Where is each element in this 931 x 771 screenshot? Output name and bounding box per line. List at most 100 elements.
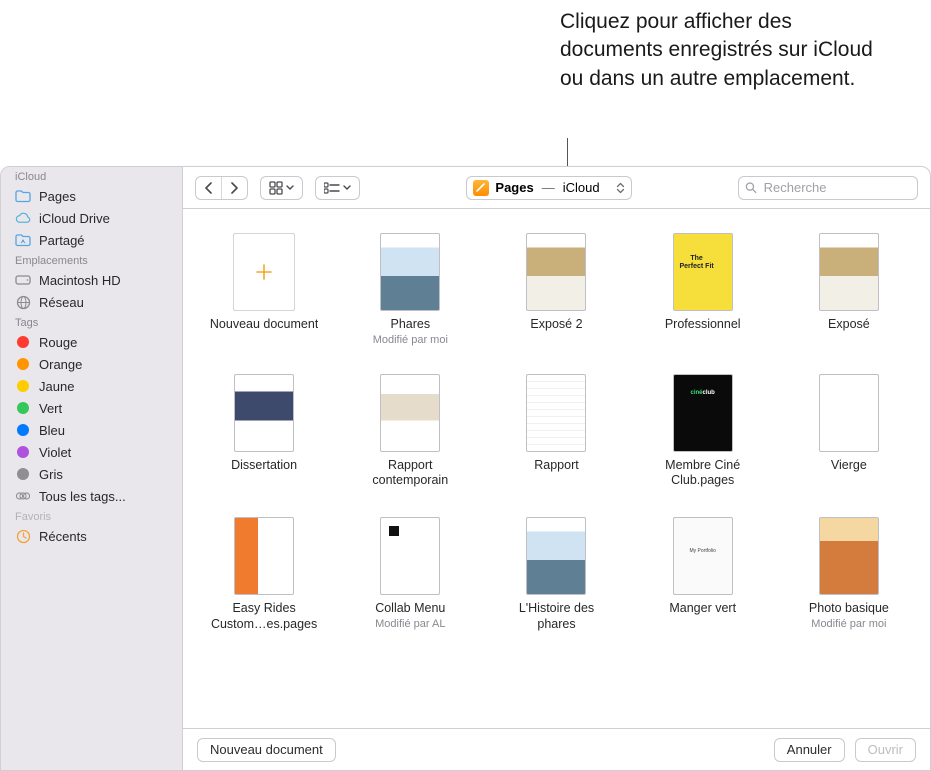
- chevron-down-icon: [343, 184, 351, 192]
- file-thumb: [819, 517, 879, 595]
- sidebar-heading: Tags: [1, 313, 182, 331]
- group-mode-button[interactable]: [315, 176, 360, 200]
- file-thumb: My Portfolio: [673, 517, 733, 595]
- new-document-button[interactable]: Nouveau document: [197, 738, 336, 762]
- sidebar-item[interactable]: Récents: [1, 525, 182, 547]
- search-field[interactable]: [738, 176, 918, 200]
- sidebar-item-label: Jaune: [39, 379, 74, 394]
- sidebar-item[interactable]: Partagé: [1, 229, 182, 251]
- sidebar-item[interactable]: Tous les tags...: [1, 485, 182, 507]
- file-item[interactable]: PharesModifié par moi: [353, 233, 467, 346]
- tag-dot: [15, 466, 31, 482]
- file-name: Easy Rides Custom…es.pages: [207, 601, 321, 632]
- file-meta: Modifié par moi: [373, 334, 448, 346]
- open-dialog-window: iCloudPagesiCloud DrivePartagéEmplacemen…: [0, 166, 931, 771]
- file-thumb: [234, 517, 294, 595]
- sidebar-item-label: Partagé: [39, 233, 85, 248]
- new-document-thumb[interactable]: [233, 233, 295, 311]
- nav-forward-button[interactable]: [222, 177, 247, 199]
- globe-icon: [15, 294, 31, 310]
- sidebar-item-label: Gris: [39, 467, 63, 482]
- sidebar: iCloudPagesiCloud DrivePartagéEmplacemen…: [1, 167, 183, 770]
- sidebar-item[interactable]: Vert: [1, 397, 182, 419]
- shared-folder-icon: [15, 232, 31, 248]
- hdd-icon: [15, 272, 31, 288]
- clock-icon: [15, 528, 31, 544]
- tag-all: [15, 488, 31, 504]
- search-input[interactable]: [762, 179, 911, 196]
- sidebar-heading: iCloud: [1, 167, 182, 185]
- sidebar-item[interactable]: Gris: [1, 463, 182, 485]
- chevron-left-icon: [204, 182, 213, 194]
- sidebar-item-label: Pages: [39, 189, 76, 204]
- file-item[interactable]: L'Histoire des phares: [499, 517, 613, 632]
- sidebar-item-label: Rouge: [39, 335, 77, 350]
- file-thumb: cinéclub: [673, 374, 733, 452]
- nav-back-button[interactable]: [196, 177, 222, 199]
- file-item[interactable]: ThePerfect Fit Professionnel: [646, 233, 760, 346]
- sidebar-item-label: Macintosh HD: [39, 273, 121, 288]
- file-name: Membre Ciné Club.pages: [646, 458, 760, 489]
- file-thumb: [380, 233, 440, 311]
- file-item[interactable]: Photo basiqueModifié par moi: [792, 517, 906, 632]
- file-meta: Modifié par moi: [811, 618, 886, 630]
- tag-dot: [15, 334, 31, 350]
- sidebar-item[interactable]: Macintosh HD: [1, 269, 182, 291]
- sidebar-item[interactable]: Bleu: [1, 419, 182, 441]
- file-name: L'Histoire des phares: [499, 601, 613, 632]
- file-item[interactable]: Easy Rides Custom…es.pages: [207, 517, 321, 632]
- file-name: Rapport: [534, 458, 578, 474]
- file-thumb: ThePerfect Fit: [673, 233, 733, 311]
- sidebar-heading: Favoris: [1, 507, 182, 525]
- file-item[interactable]: Exposé: [792, 233, 906, 346]
- cancel-button[interactable]: Annuler: [774, 738, 845, 762]
- search-icon: [745, 181, 757, 194]
- sidebar-item[interactable]: Réseau: [1, 291, 182, 313]
- sidebar-item-label: Orange: [39, 357, 82, 372]
- file-name: Manger vert: [669, 601, 736, 617]
- file-item[interactable]: Collab MenuModifié par AL: [353, 517, 467, 632]
- sidebar-item-label: Bleu: [39, 423, 65, 438]
- sidebar-item[interactable]: Orange: [1, 353, 182, 375]
- sidebar-item[interactable]: Pages: [1, 185, 182, 207]
- group-icon: [324, 182, 340, 194]
- sidebar-item[interactable]: Jaune: [1, 375, 182, 397]
- file-name: Phares: [390, 317, 430, 333]
- open-button[interactable]: Ouvrir: [855, 738, 916, 762]
- file-item[interactable]: Nouveau document: [207, 233, 321, 346]
- file-item[interactable]: cinéclub Membre Ciné Club.pages: [646, 374, 760, 489]
- file-thumb: [526, 374, 586, 452]
- file-thumb: [819, 374, 879, 452]
- file-item[interactable]: Vierge: [792, 374, 906, 489]
- file-name: Vierge: [831, 458, 867, 474]
- location-popup[interactable]: Pages — iCloud: [466, 176, 631, 200]
- file-thumb: [526, 233, 586, 311]
- file-name: Dissertation: [231, 458, 297, 474]
- file-item[interactable]: Rapport contemporain: [353, 374, 467, 489]
- file-name: Professionnel: [665, 317, 741, 333]
- plus-icon: [254, 262, 274, 282]
- sidebar-item[interactable]: Violet: [1, 441, 182, 463]
- file-thumb: [526, 517, 586, 595]
- file-thumb: [819, 233, 879, 311]
- toolbar: Pages — iCloud: [183, 167, 930, 209]
- file-item[interactable]: Dissertation: [207, 374, 321, 489]
- dialog-footer: Nouveau document Annuler Ouvrir: [183, 728, 930, 770]
- tag-dot: [15, 378, 31, 394]
- file-item[interactable]: My Portfolio Manger vert: [646, 517, 760, 632]
- file-name: Exposé: [828, 317, 870, 333]
- file-item[interactable]: Rapport: [499, 374, 613, 489]
- main-pane: Pages — iCloud Nouveau documentPharesMod…: [183, 167, 930, 770]
- file-thumb: [234, 374, 294, 452]
- file-meta: Modifié par AL: [375, 618, 445, 630]
- folder-icon: [15, 188, 31, 204]
- file-item[interactable]: Exposé 2: [499, 233, 613, 346]
- view-mode-button[interactable]: [260, 176, 303, 200]
- location-sep: —: [540, 180, 557, 195]
- location-app-label: Pages: [495, 180, 533, 195]
- sidebar-item-label: Vert: [39, 401, 62, 416]
- sidebar-item[interactable]: iCloud Drive: [1, 207, 182, 229]
- sidebar-item[interactable]: Rouge: [1, 331, 182, 353]
- chevron-right-icon: [230, 182, 239, 194]
- grid-icon: [269, 181, 283, 195]
